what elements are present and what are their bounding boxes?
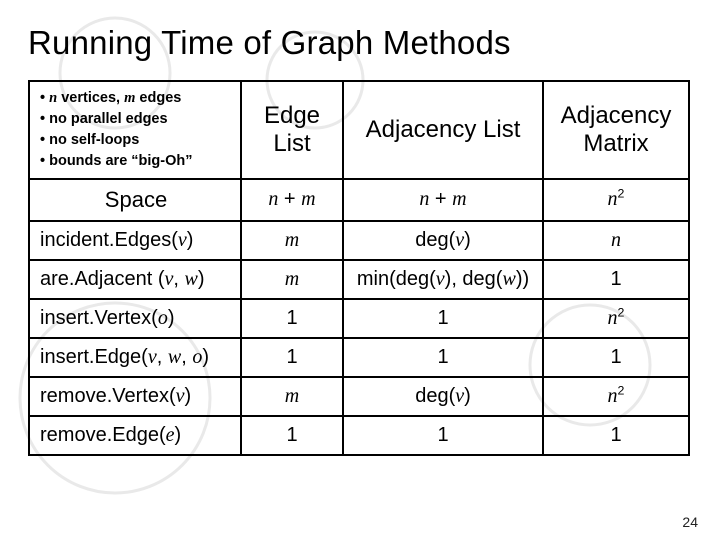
cell: 1 (543, 338, 689, 377)
page-number: 24 (682, 514, 698, 530)
row-label: insert.Edge(v, w, o) (29, 338, 241, 377)
cell: 1 (241, 338, 343, 377)
row-insert-vertex: insert.Vertex(o) 1 1 n2 (29, 299, 689, 338)
row-label: insert.Vertex(o) (29, 299, 241, 338)
row-are-adjacent: are.Adjacent (v, w) m min(deg(v), deg(w)… (29, 260, 689, 299)
row-remove-vertex: remove.Vertex(v) m deg(v) n2 (29, 377, 689, 416)
cell: n2 (543, 179, 689, 221)
row-label: incident.Edges(v) (29, 221, 241, 260)
cell: 1 (543, 416, 689, 455)
cell: n + m (343, 179, 543, 221)
cell: n (543, 221, 689, 260)
table-header-row: • n vertices, m edges • no parallel edge… (29, 81, 689, 179)
cell: 1 (241, 299, 343, 338)
row-insert-edge: insert.Edge(v, w, o) 1 1 1 (29, 338, 689, 377)
row-space: Space n + m n + m n2 (29, 179, 689, 221)
cell: m (241, 377, 343, 416)
row-label: are.Adjacent (v, w) (29, 260, 241, 299)
assumptions-cell: • n vertices, m edges • no parallel edge… (29, 81, 241, 179)
slide: Running Time of Graph Methods • n vertic… (0, 0, 720, 540)
col-adjacency-matrix: Adjacency Matrix (543, 81, 689, 179)
cell: 1 (343, 299, 543, 338)
cell: 1 (343, 338, 543, 377)
cell: n + m (241, 179, 343, 221)
cell: min(deg(v), deg(w)) (343, 260, 543, 299)
cell: deg(v) (343, 377, 543, 416)
cell: m (241, 221, 343, 260)
slide-title: Running Time of Graph Methods (28, 24, 692, 62)
cell: n2 (543, 377, 689, 416)
row-remove-edge: remove.Edge(e) 1 1 1 (29, 416, 689, 455)
cell: 1 (241, 416, 343, 455)
col-edge-list: Edge List (241, 81, 343, 179)
cell: deg(v) (343, 221, 543, 260)
complexity-table: • n vertices, m edges • no parallel edge… (28, 80, 690, 456)
cell: 1 (543, 260, 689, 299)
row-label: remove.Vertex(v) (29, 377, 241, 416)
col-adjacency-list: Adjacency List (343, 81, 543, 179)
cell: n2 (543, 299, 689, 338)
row-label: remove.Edge(e) (29, 416, 241, 455)
row-incident-edges: incident.Edges(v) m deg(v) n (29, 221, 689, 260)
row-label: Space (29, 179, 241, 221)
cell: m (241, 260, 343, 299)
cell: 1 (343, 416, 543, 455)
